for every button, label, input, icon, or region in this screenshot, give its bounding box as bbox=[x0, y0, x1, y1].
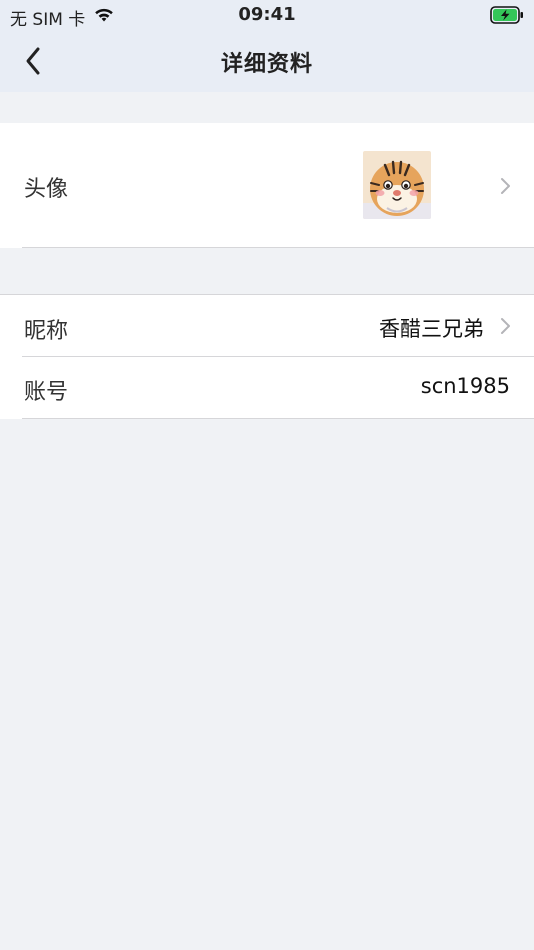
status-time: 09:41 bbox=[238, 4, 296, 25]
row-divider bbox=[22, 418, 534, 419]
account-row: 账号 scn1985 bbox=[0, 357, 534, 418]
row-divider bbox=[22, 247, 534, 248]
navigation-bar: 详细资料 bbox=[0, 30, 534, 92]
nickname-label: 昵称 bbox=[24, 319, 69, 344]
battery-charging-icon bbox=[490, 6, 524, 29]
avatar bbox=[363, 151, 431, 219]
nickname-value: 香醋三兄弟 bbox=[379, 317, 484, 341]
avatar-row[interactable]: 头像 bbox=[0, 123, 534, 248]
page-title: 详细资料 bbox=[220, 52, 313, 77]
account-label: 账号 bbox=[24, 380, 69, 405]
status-bar: 无 SIM 卡 09:41 bbox=[0, 0, 534, 30]
top-bar: 无 SIM 卡 09:41 详细资料 bbox=[0, 0, 534, 92]
chevron-right-icon bbox=[501, 178, 510, 194]
nickname-row[interactable]: 昵称 香醋三兄弟 bbox=[0, 295, 534, 356]
avatar-label: 头像 bbox=[24, 177, 69, 202]
account-value: scn1985 bbox=[420, 374, 510, 398]
info-section: 昵称 香醋三兄弟 账号 scn1985 bbox=[0, 294, 534, 419]
avatar-section: 头像 bbox=[0, 123, 534, 248]
chevron-right-icon bbox=[501, 318, 510, 334]
